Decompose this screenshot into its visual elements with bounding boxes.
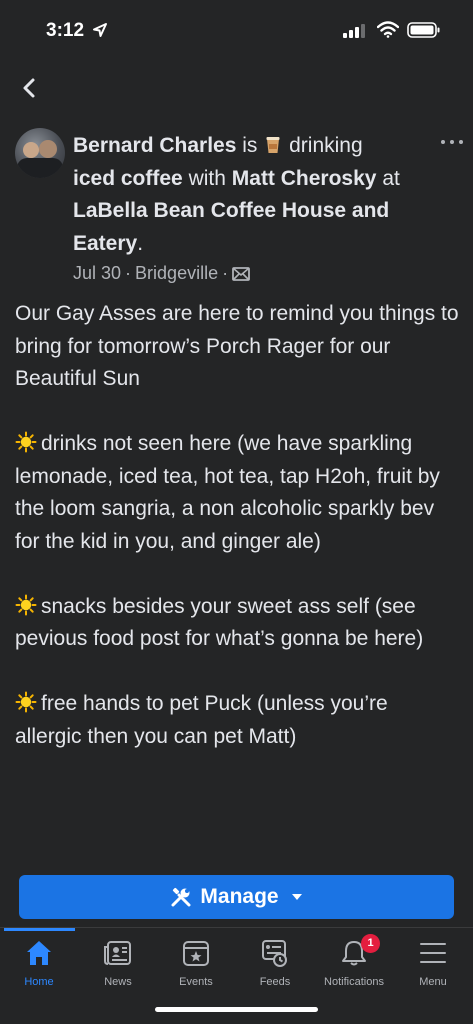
at-text: at <box>382 166 400 190</box>
activity-text: drinking <box>289 134 363 157</box>
location-arrow-icon <box>93 23 107 37</box>
manage-label: Manage <box>200 885 279 908</box>
meta-separator: · <box>125 263 132 283</box>
tab-home[interactable]: Home <box>0 938 78 988</box>
chevron-left-icon <box>23 78 35 98</box>
hamburger-icon <box>420 943 446 963</box>
news-icon <box>104 941 131 965</box>
headline-period: . <box>137 231 144 255</box>
author-name[interactable]: Bernard Charles <box>73 134 236 157</box>
meta-separator: · <box>222 263 229 283</box>
sun-emoji-icon <box>15 431 37 453</box>
status-bar: 3:12 <box>0 0 473 64</box>
post-location[interactable]: Bridgeville <box>135 263 218 283</box>
is-text: is <box>242 134 258 157</box>
tagged-friend[interactable]: Matt Cherosky <box>232 167 377 190</box>
tab-events[interactable]: Events <box>157 938 235 988</box>
post-headline: Bernard Charles is drinking iced coffee … <box>73 130 403 260</box>
with-text: with <box>188 166 226 190</box>
post-paragraph-text: free hands to pet Puck (unless you’re al… <box>15 692 388 748</box>
tab-news[interactable]: News <box>79 938 157 988</box>
tab-label: Menu <box>419 976 447 988</box>
status-time: 3:12 <box>46 20 85 41</box>
post-paragraph: snacks besides your sweet ass self (see … <box>15 591 460 656</box>
coffee-emoji-icon <box>266 137 280 153</box>
post-date[interactable]: Jul 30 <box>73 263 121 283</box>
tab-menu[interactable]: Menu <box>394 938 472 988</box>
tab-label: News <box>104 976 132 988</box>
post-paragraph: drinks not seen here (we have sparkling … <box>15 428 460 558</box>
post-paragraph: Our Gay Asses are here to remind you thi… <box>15 302 459 390</box>
place-link[interactable]: LaBella Bean Coffee House and Eatery <box>73 199 389 255</box>
manage-button[interactable]: Manage <box>19 875 454 919</box>
home-indicator <box>155 1007 318 1012</box>
sun-emoji-icon <box>15 594 37 615</box>
more-options-button[interactable] <box>439 134 465 150</box>
battery-icon <box>407 22 440 38</box>
tab-feeds[interactable]: Feeds <box>236 938 314 988</box>
tab-notifications[interactable]: 1 Notifications <box>315 934 393 988</box>
activity-item[interactable]: iced coffee <box>73 167 183 190</box>
tab-label: Feeds <box>259 976 291 988</box>
notification-badge: 1 <box>361 934 380 953</box>
caret-down-icon <box>291 894 302 900</box>
events-icon <box>183 941 209 966</box>
feeds-icon <box>262 940 287 967</box>
wifi-icon <box>377 21 399 38</box>
audience-icon <box>232 267 250 281</box>
tab-label: Notifications <box>324 976 384 988</box>
cellular-signal-icon <box>343 24 365 38</box>
active-tab-indicator <box>4 928 75 931</box>
post-body: Our Gay Asses are here to remind you thi… <box>15 298 460 786</box>
back-button[interactable] <box>16 74 44 102</box>
tab-label: Home <box>24 976 54 988</box>
sun-emoji-icon <box>15 691 37 713</box>
avatar[interactable] <box>15 128 65 178</box>
post-paragraph-text: drinks not seen here (we have sparkling … <box>15 432 440 553</box>
post-paragraph: free hands to pet Puck (unless you’re al… <box>15 688 460 753</box>
post-meta: Jul 30 · Bridgeville · <box>73 263 250 284</box>
tab-label: Events <box>179 976 213 988</box>
post-paragraph-text: snacks besides your sweet ass self (see … <box>15 594 424 651</box>
tools-icon <box>171 887 191 907</box>
home-icon <box>27 941 51 965</box>
